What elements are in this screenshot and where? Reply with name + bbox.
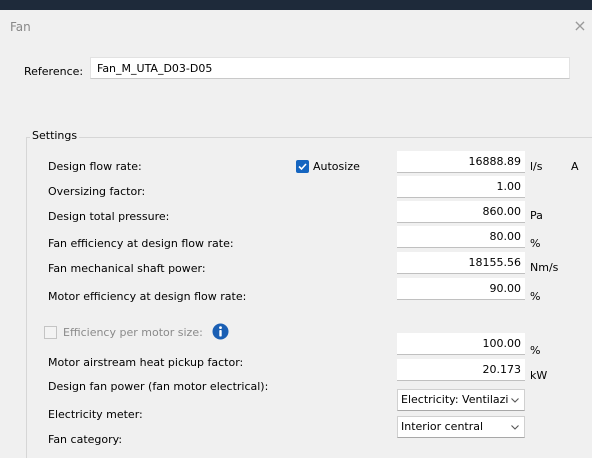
heat-pickup-unit: % (530, 344, 541, 357)
motor-efficiency-unit: % (530, 290, 541, 303)
chevron-down-icon (511, 398, 519, 403)
fan-category-label: Fan category: (48, 433, 123, 446)
heat-pickup-label: Motor airstream heat pickup factor: (48, 356, 244, 369)
design-flow-rate-extra: A (571, 160, 579, 173)
checkmark-icon (298, 163, 307, 171)
electricity-meter-select[interactable]: Electricity: Ventilazi (397, 389, 525, 411)
shaft-power-label: Fan mechanical shaft power: (48, 262, 206, 275)
oversizing-factor-field[interactable]: 1.00 (397, 176, 525, 198)
fan-category-select[interactable]: Interior central (397, 416, 525, 438)
reference-label: Reference: (24, 65, 84, 78)
design-total-pressure-field[interactable]: 860.00 (397, 201, 525, 223)
title-bar: Fan × (0, 10, 592, 44)
settings-group-title: Settings (30, 129, 80, 142)
background-strip (0, 0, 592, 10)
shaft-power-unit: Nm/s (530, 261, 559, 274)
fan-category-value: Interior central (401, 420, 484, 433)
reference-input[interactable]: Fan_M_UTA_D03-D05 (90, 57, 570, 79)
design-fan-power-unit: kW (530, 369, 548, 382)
design-total-pressure-label: Design total pressure: (48, 210, 170, 223)
fan-efficiency-label: Fan efficiency at design flow rate: (48, 237, 234, 250)
oversizing-factor-label: Oversizing factor: (48, 185, 146, 198)
efficiency-per-motor-label: Efficiency per motor size: (63, 326, 203, 339)
efficiency-per-motor-checkbox[interactable] (44, 326, 57, 339)
fan-efficiency-unit: % (530, 237, 541, 250)
fan-dialog: Fan × Reference: Fan_M_UTA_D03-D05 Setti… (0, 10, 592, 458)
shaft-power-field[interactable]: 18155.56 (397, 252, 525, 274)
design-fan-power-label: Design fan power (fan motor electrical): (48, 380, 269, 393)
motor-efficiency-label: Motor efficiency at design flow rate: (48, 290, 247, 303)
design-flow-rate-unit: l/s (530, 160, 543, 173)
design-fan-power-field[interactable]: 20.173 (397, 359, 525, 381)
info-icon[interactable] (212, 323, 229, 340)
dialog-title: Fan (10, 20, 31, 34)
chevron-down-icon (511, 425, 519, 430)
autosize-checkbox[interactable] (296, 160, 309, 173)
design-flow-rate-label: Design flow rate: (48, 160, 142, 173)
motor-efficiency-field[interactable]: 90.00 (397, 278, 525, 300)
design-flow-rate-field[interactable]: 16888.89 (397, 151, 525, 173)
autosize-label[interactable]: Autosize (313, 160, 360, 173)
electricity-meter-label: Electricity meter: (48, 408, 143, 421)
fan-efficiency-field[interactable]: 80.00 (397, 226, 525, 248)
heat-pickup-field[interactable]: 100.00 (397, 333, 525, 355)
close-button[interactable]: × (568, 12, 592, 40)
electricity-meter-value: Electricity: Ventilazi (401, 393, 509, 406)
design-total-pressure-unit: Pa (530, 209, 543, 222)
